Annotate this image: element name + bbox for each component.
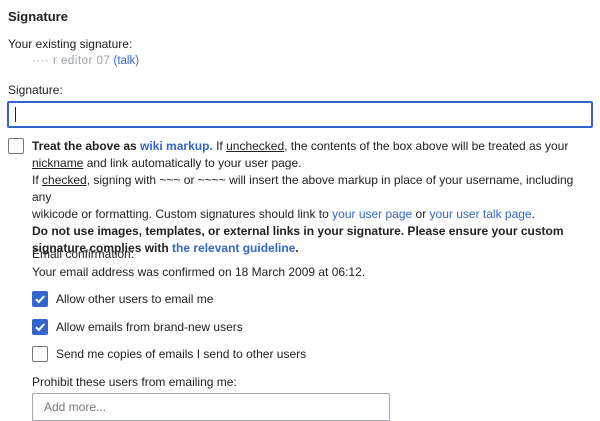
wiki-markup-line1-rest: , the contents of the box above will be … [284, 139, 569, 153]
your-user-page-link[interactable]: your user page [332, 207, 412, 221]
existing-signature-label: Your existing signature: [8, 37, 133, 51]
wiki-markup-line-4: wikicode or formatting. Custom signature… [32, 206, 584, 223]
wiki-markup-line6-end: . [295, 241, 299, 255]
nickname-term: nickname [32, 156, 84, 170]
wiki-markup-line3-prefix: If [32, 173, 43, 187]
wiki-markup-line4-mid: or [412, 207, 430, 221]
wiki-markup-line-1: Treat the above as wiki markup. If unche… [32, 138, 584, 155]
wiki-markup-line2-rest: and link automatically to your user page… [83, 156, 302, 170]
wiki-markup-line-5: Do not use images, templates, or externa… [32, 223, 584, 240]
your-user-talk-page-link[interactable]: your user talk page [430, 207, 532, 221]
wiki-markup-line4-prefix: wikicode or formatting. Custom signature… [32, 207, 333, 221]
signature-heading: Signature [8, 9, 68, 24]
wiki-markup-link[interactable]: wiki markup. [140, 139, 213, 153]
allow-email-option[interactable]: Allow other users to email me [32, 290, 213, 308]
prohibit-users-input[interactable] [32, 393, 390, 421]
email-confirmation-label: Email confirmation: [32, 247, 135, 261]
unchecked-term: unchecked [226, 139, 285, 153]
wiki-markup-line3-rest: , signing with ~~~ or ~~~~ will insert t… [32, 173, 574, 204]
allow-email-label: Allow other users to email me [56, 292, 214, 306]
copy-email-label: Send me copies of emails I send to other… [56, 347, 307, 361]
allow-newbie-email-label: Allow emails from brand-new users [56, 320, 243, 334]
prohibit-users-label: Prohibit these users from emailing me: [32, 375, 237, 389]
signature-field-label: Signature: [8, 83, 63, 97]
copy-email-checkbox[interactable] [32, 346, 48, 362]
text-caret [15, 107, 16, 122]
relevant-guideline-link[interactable]: the relevant guideline [172, 241, 295, 255]
wiki-markup-line1-mid: If [212, 139, 227, 153]
signature-input[interactable] [7, 101, 593, 128]
existing-signature-talk-link[interactable]: (talk) [114, 55, 140, 67]
wiki-markup-line-2: nickname and link automatically to your … [32, 155, 584, 172]
checkmark-icon [35, 323, 45, 332]
allow-newbie-email-option[interactable]: Allow emails from brand-new users [32, 318, 243, 336]
existing-signature-name: ···· r editor 07 [32, 55, 111, 67]
email-confirmation-text: Your email address was confirmed on 18 M… [32, 265, 366, 279]
wiki-markup-bold-prefix: Treat the above as [32, 139, 141, 153]
wiki-markup-description: Treat the above as wiki markup. If unche… [32, 138, 584, 257]
wiki-markup-line4-end: . [531, 207, 535, 221]
wiki-markup-line-3: If checked, signing with ~~~ or ~~~~ wil… [32, 172, 584, 206]
checkmark-icon [35, 295, 45, 304]
signature-warning: Do not use images, templates, or externa… [32, 224, 564, 238]
allow-newbie-email-checkbox[interactable] [32, 319, 48, 335]
wiki-markup-checkbox[interactable] [8, 138, 24, 154]
checked-term: checked [42, 173, 87, 187]
copy-email-option[interactable]: Send me copies of emails I send to other… [32, 345, 306, 363]
allow-email-checkbox[interactable] [32, 291, 48, 307]
existing-signature: ···· r editor 07 (talk) [32, 55, 139, 67]
